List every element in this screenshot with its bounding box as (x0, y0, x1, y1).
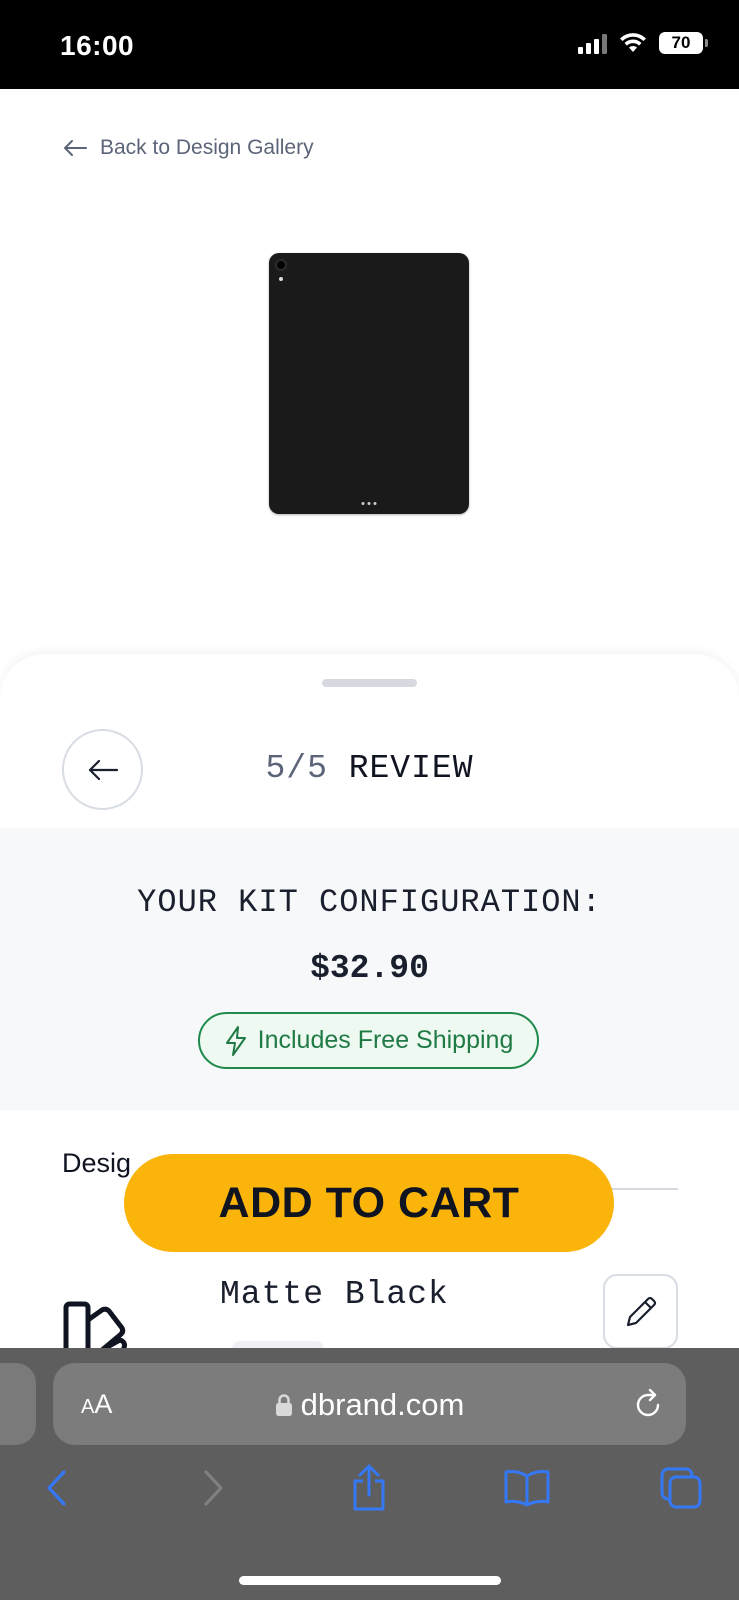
lock-icon (275, 1394, 292, 1416)
step-name: REVIEW (348, 750, 474, 787)
share-button[interactable] (344, 1458, 394, 1518)
forward-chevron-icon (204, 1470, 223, 1506)
back-to-gallery-link[interactable]: Back to Design Gallery (62, 136, 314, 160)
battery-indicator: 70 (659, 32, 708, 54)
status-time: 16:00 (60, 30, 135, 61)
address-bar[interactable]: AA dbrand.com (53, 1363, 686, 1445)
smart-connector (361, 502, 377, 505)
config-summary: YOUR KIT CONFIGURATION: $32.90 Includes … (0, 828, 739, 1110)
product-preview (269, 253, 469, 514)
wifi-icon (620, 33, 646, 52)
url-display[interactable]: dbrand.com (53, 1387, 686, 1423)
camera-icon (275, 259, 287, 271)
home-indicator[interactable] (239, 1576, 501, 1585)
back-link-label: Back to Design Gallery (100, 136, 314, 159)
bookmarks-icon (504, 1470, 550, 1507)
divider (610, 1188, 678, 1190)
browser-toolbar (0, 1458, 739, 1528)
back-button[interactable] (36, 1458, 76, 1518)
shipping-label: Includes Free Shipping (257, 1026, 514, 1054)
free-shipping-badge: Includes Free Shipping (198, 1012, 539, 1069)
bookmarks-button[interactable] (500, 1458, 554, 1518)
safari-bottom-bar: AA dbrand.com (0, 1348, 739, 1600)
signal-icon (578, 32, 607, 54)
share-icon (353, 1464, 385, 1511)
config-price: $32.90 (310, 950, 429, 987)
tablet-image (269, 253, 469, 514)
previous-tab-preview[interactable] (0, 1363, 36, 1445)
status-bar: 16:00 70 (0, 0, 739, 89)
step-count: 5/5 (265, 750, 328, 787)
selected-design-name: Matte Black (220, 1276, 449, 1313)
reload-icon[interactable] (632, 1387, 664, 1421)
arrow-left-icon (64, 140, 87, 156)
step-title: 5/5 REVIEW (0, 750, 739, 787)
back-chevron-icon (47, 1470, 66, 1506)
tabs-button[interactable] (656, 1458, 706, 1518)
sheet-handle[interactable] (322, 679, 417, 687)
config-title: YOUR KIT CONFIGURATION: (137, 884, 602, 921)
status-icons: 70 (578, 32, 708, 54)
add-to-cart-button[interactable]: ADD TO CART (124, 1154, 614, 1252)
design-section-label: Desig (62, 1148, 132, 1178)
lightning-icon (225, 1025, 246, 1056)
config-sheet: 5/5 REVIEW YOUR KIT CONFIGURATION: $32.9… (0, 654, 739, 1414)
edit-design-button[interactable] (603, 1274, 678, 1349)
pencil-icon (626, 1296, 656, 1326)
url-domain: dbrand.com (300, 1387, 465, 1422)
forward-button[interactable] (194, 1458, 234, 1518)
tabs-icon (660, 1467, 702, 1509)
